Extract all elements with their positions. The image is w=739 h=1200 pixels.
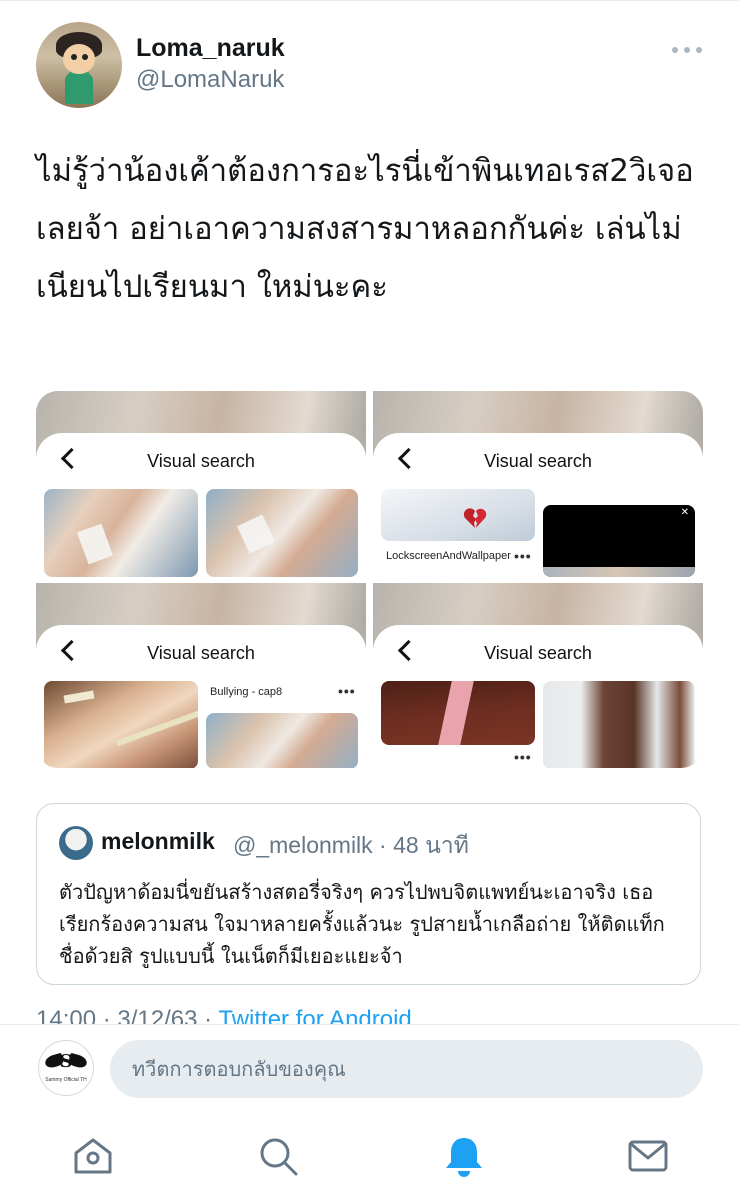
media-image-4[interactable]: Visual search ••• [373, 583, 703, 768]
messages-icon[interactable] [626, 1134, 670, 1178]
result-thumbnail [206, 713, 358, 768]
author-name[interactable]: Loma_naruk [136, 34, 285, 63]
tweet-timestamp: 14:00 · 3/12/63 · [36, 1006, 219, 1024]
media-image-2[interactable]: Visual search LockscreenAndWallpaper •••… [373, 391, 703, 577]
result-thumbnail [206, 489, 358, 577]
notifications-icon[interactable] [442, 1134, 486, 1178]
visual-search-header: Visual search [484, 451, 592, 471]
pin-more-icon: ••• [338, 683, 356, 699]
more-options-icon[interactable] [672, 38, 702, 62]
tweet-timestamp-row: 14:00 · 3/12/63 · Twitter for Android [0, 1006, 739, 1024]
search-icon[interactable] [256, 1134, 300, 1178]
result-thumbnail [381, 489, 535, 541]
author-avatar[interactable] [36, 22, 122, 108]
quoted-tweet[interactable]: melonmilk @_melonmilk · 48 นาที ตัวปัญหา… [36, 803, 701, 985]
tweet-text: ไม่รู้ว่าน้องเค้าต้องการอะไรนี่เข้าพินเท… [36, 153, 694, 305]
visual-search-header: Visual search [147, 451, 255, 471]
reply-input[interactable] [110, 1040, 703, 1098]
pin-more-icon: ••• [514, 548, 532, 564]
broken-heart-icon [463, 508, 487, 528]
tweet-media-grid[interactable]: Visual search Visual search LockscreenAn… [36, 391, 703, 768]
visual-search-header: Visual search [147, 643, 255, 663]
home-icon[interactable] [71, 1134, 115, 1178]
quoted-tweet-text: ตัวปัญหาด้อมนี่ขยันสร้างสตอรี่จริงๆ ควรไ… [59, 880, 665, 968]
result-thumbnail [543, 681, 695, 768]
current-user-avatar[interactable]: S Sammy Official TH [38, 1040, 94, 1096]
quoted-author-avatar [59, 826, 93, 860]
pin-label: LockscreenAndWallpaper [386, 550, 511, 562]
media-image-3[interactable]: Visual search Bullying - cap8 ••• [36, 583, 366, 768]
quoted-author-meta: @_melonmilk · 48 นาที [233, 832, 469, 858]
client-link[interactable]: Twitter for Android [218, 1006, 411, 1024]
visual-search-header: Visual search [484, 643, 592, 663]
reply-divider [0, 1024, 739, 1025]
result-thumbnail [44, 489, 198, 577]
result-thumbnail [381, 681, 535, 745]
pin-label: Bullying - cap8 [210, 686, 283, 698]
result-thumbnail: ✕ [543, 505, 695, 577]
media-image-1[interactable]: Visual search [36, 391, 366, 577]
top-divider [0, 0, 739, 1]
quoted-author-name: melonmilk [101, 828, 215, 854]
author-handle[interactable]: @LomaNaruk [136, 66, 284, 94]
result-thumbnail [44, 681, 198, 768]
pin-more-icon: ••• [514, 749, 532, 765]
